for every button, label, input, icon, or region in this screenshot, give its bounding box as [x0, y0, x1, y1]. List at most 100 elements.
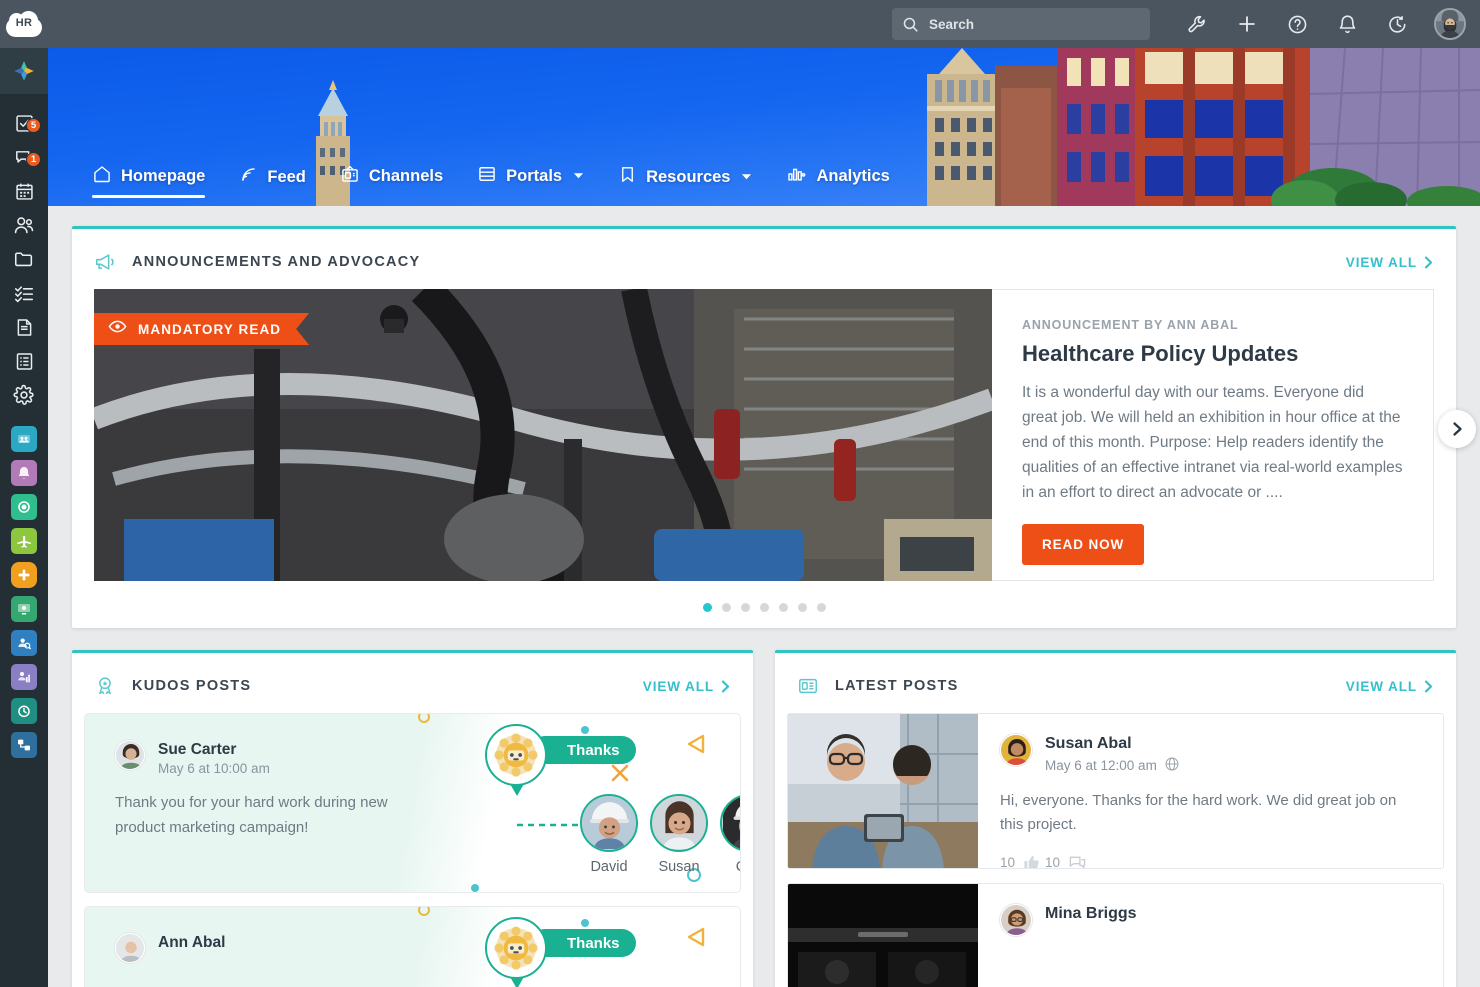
carousel-dot[interactable]: [721, 603, 731, 612]
kudos-post-item[interactable]: Ann Abal Thanks: [84, 906, 741, 987]
top-bar: HR Search: [0, 0, 1480, 48]
network-app-icon[interactable]: [11, 732, 37, 758]
team-app-icon[interactable]: [11, 426, 37, 452]
lower-columns: KUDOS POSTS VIEW ALL Sue Carter May 6 at…: [72, 650, 1456, 987]
search-input[interactable]: Search: [892, 8, 1150, 40]
avatar: [115, 933, 145, 963]
decor-dot-teal: [581, 919, 589, 927]
kudos-author: Sue Carter May 6 at 10:00 am: [115, 740, 415, 776]
sidebar-item-checklists[interactable]: [0, 276, 48, 310]
announcement-image[interactable]: MANDATORY READ: [94, 289, 992, 581]
rail-app-icons: [0, 426, 48, 758]
nav-label: Channels: [368, 167, 444, 185]
sidebar-item-files[interactable]: [0, 242, 48, 276]
kudos-view-all[interactable]: VIEW ALL: [643, 679, 731, 694]
carousel-dot[interactable]: [816, 603, 826, 612]
post-views: 10: [1000, 855, 1016, 869]
tasks-badge: 5: [26, 118, 41, 133]
section-title: LATEST POSTS: [835, 678, 959, 694]
views-count: 10: [1000, 855, 1016, 869]
topbar-icon-group: [1172, 0, 1422, 48]
sidebar-item-forms[interactable]: [0, 344, 48, 378]
kudos-thanks-label: Thanks: [567, 741, 620, 759]
feed-icon: [239, 165, 258, 189]
post-thumbnail[interactable]: [788, 714, 978, 868]
timer-icon[interactable]: [1372, 0, 1422, 48]
sidebar-item-tasks[interactable]: 5: [0, 106, 48, 140]
carousel-dot[interactable]: [797, 603, 807, 612]
kudos-post-item[interactable]: Sue Carter May 6 at 10:00 am Thank you f…: [84, 713, 741, 893]
latest-posts-column: LATEST POSTS VIEW ALL Susan Abal May 6 a…: [775, 650, 1456, 987]
help-circle-icon[interactable]: [1272, 0, 1322, 48]
announcement-byline: ANNOUNCEMENT BY ANN ABAL: [1022, 318, 1239, 332]
announcement-text: ANNOUNCEMENT BY ANN ABAL Healthcare Poli…: [992, 289, 1434, 581]
decor-dot-teal: [581, 726, 589, 734]
post-message: Hi, everyone. Thanks for the hard work. …: [1000, 792, 1397, 833]
reports-app-icon[interactable]: [11, 664, 37, 690]
avatar: [580, 794, 638, 852]
carousel-dot[interactable]: [702, 603, 712, 612]
bell-icon[interactable]: [1322, 0, 1372, 48]
rail-primary-items: 5 1: [0, 94, 48, 412]
kudos-recipient[interactable]: Susan: [647, 794, 711, 875]
kudos-column: KUDOS POSTS VIEW ALL Sue Carter May 6 at…: [72, 650, 753, 987]
latest-post-item[interactable]: Susan Abal May 6 at 12:00 am Hi, everyon…: [787, 713, 1444, 869]
directory-app-icon[interactable]: [11, 630, 37, 656]
sidebar-item-settings[interactable]: [0, 378, 48, 412]
kudos-recipients: David Susan: [577, 794, 740, 875]
article-icon: [797, 675, 819, 697]
medical-app-icon[interactable]: [11, 562, 37, 588]
carousel-dot[interactable]: [759, 603, 769, 612]
kudos-recipient-name: Susan: [658, 859, 700, 875]
nav-item-analytics[interactable]: Analytics: [786, 164, 906, 198]
plus-icon[interactable]: [1222, 0, 1272, 48]
announcements-card: ANNOUNCEMENTS AND ADVOCACY VIEW ALL MAND…: [72, 226, 1476, 628]
nav-item-homepage[interactable]: Homepage: [92, 164, 222, 198]
post-author: Mina Briggs: [1000, 904, 1421, 936]
nav-item-resources[interactable]: Resources: [618, 165, 769, 198]
alert-app-icon[interactable]: [11, 460, 37, 486]
user-avatar[interactable]: [1434, 8, 1466, 40]
kudos-recipient[interactable]: Carl +1: [717, 794, 740, 875]
announcements-view-all[interactable]: VIEW ALL: [1346, 255, 1434, 270]
target-app-icon[interactable]: [11, 494, 37, 520]
travel-app-icon[interactable]: [11, 528, 37, 554]
carousel-dot[interactable]: [740, 603, 750, 612]
medal-icon: [485, 724, 547, 786]
kudos-author-name: Sue Carter: [158, 741, 237, 758]
kudos-recipient-name: Carl: [717, 859, 740, 875]
section-title: KUDOS POSTS: [132, 678, 252, 694]
decor-x-orange: [611, 764, 629, 782]
likes-count: 10: [1045, 855, 1061, 869]
cloud-logo-icon: HR: [6, 11, 42, 37]
kudos-recipient[interactable]: David: [577, 794, 641, 875]
kudos-author-block: Sue Carter May 6 at 10:00 am Thank you f…: [115, 740, 415, 840]
home-icon: [92, 164, 112, 189]
nav-item-feed[interactable]: Feed: [239, 165, 323, 198]
nav-item-channels[interactable]: Channels: [340, 164, 460, 198]
bookmark-icon: [618, 165, 637, 189]
post-thumbnail[interactable]: [788, 884, 978, 987]
sidebar-item-calendar[interactable]: [0, 174, 48, 208]
rail-brand-icon[interactable]: [0, 48, 48, 94]
post-comments[interactable]: [1068, 853, 1087, 868]
carousel-next-button[interactable]: [1438, 409, 1476, 448]
decor-dot-teal: [471, 884, 479, 892]
app-logo[interactable]: HR: [0, 0, 48, 48]
nav-item-portals[interactable]: Portals: [477, 164, 601, 198]
latest-post-item[interactable]: Mina Briggs: [787, 883, 1444, 987]
sidebar-item-documents[interactable]: [0, 310, 48, 344]
monitor-app-icon[interactable]: [11, 596, 37, 622]
wrench-icon[interactable]: [1172, 0, 1222, 48]
post-likes[interactable]: 10: [1023, 854, 1061, 869]
clock-app-icon[interactable]: [11, 698, 37, 724]
kudos-header: KUDOS POSTS VIEW ALL: [72, 653, 753, 713]
sidebar-item-people[interactable]: [0, 208, 48, 242]
latest-view-all[interactable]: VIEW ALL: [1346, 679, 1434, 694]
globe-icon: [1164, 756, 1180, 775]
avatar: [115, 740, 145, 770]
sidebar-item-messages[interactable]: 1: [0, 140, 48, 174]
carousel-dot[interactable]: [778, 603, 788, 612]
read-now-button[interactable]: READ NOW: [1022, 523, 1145, 565]
nav-label: Homepage: [121, 167, 206, 185]
